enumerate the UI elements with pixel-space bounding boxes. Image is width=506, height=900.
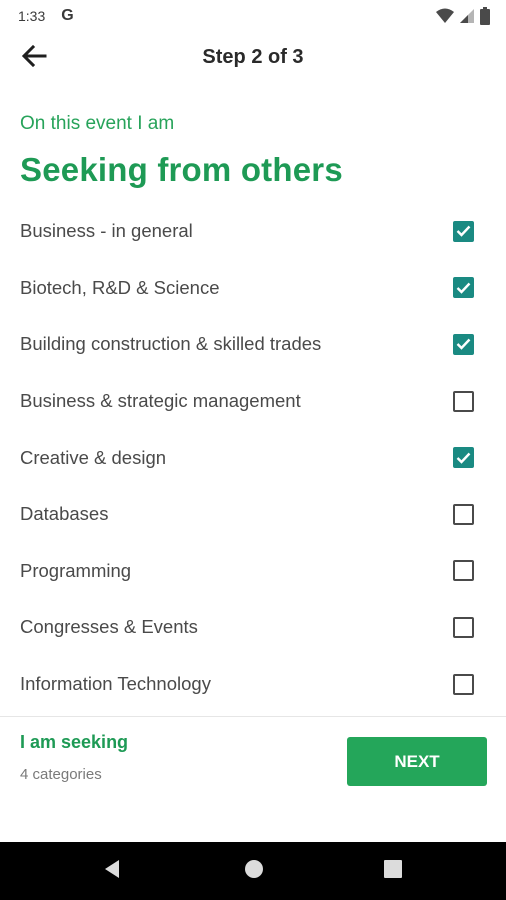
category-row[interactable]: Biotech, R&D & Science — [0, 260, 506, 317]
selected-count: 4 categories — [20, 766, 102, 783]
nav-back-button[interactable] — [100, 859, 124, 884]
category-checkbox[interactable] — [453, 503, 474, 525]
footer-divider — [0, 716, 506, 717]
category-checkbox[interactable] — [453, 333, 474, 355]
intro-heading: Seeking from others — [20, 151, 343, 188]
system-nav-bar — [0, 842, 506, 900]
category-row[interactable]: Building construction & skilled trades — [0, 316, 506, 373]
intro-subtitle: On this event I am — [20, 113, 175, 134]
google-g-icon: G — [61, 7, 74, 24]
category-checkbox[interactable] — [453, 277, 474, 299]
back-triangle-icon — [103, 859, 121, 884]
battery-icon — [480, 7, 490, 30]
category-row[interactable]: Congresses & Events — [0, 599, 506, 656]
nav-recents-button[interactable] — [381, 859, 405, 883]
category-label: Biotech, R&D & Science — [20, 276, 220, 298]
status-time: 1:33 — [18, 8, 46, 24]
status-bar: 1:33 G — [0, 0, 506, 32]
checkmark-icon — [456, 282, 471, 294]
signal-icon — [460, 8, 474, 29]
category-label: Databases — [20, 503, 109, 525]
nav-home-button[interactable] — [242, 859, 266, 884]
category-checkbox[interactable] — [453, 447, 474, 469]
category-label: Creative & design — [20, 446, 167, 468]
recents-square-icon — [384, 859, 402, 883]
category-label: Business - in general — [20, 220, 193, 242]
category-label: Information Technology — [20, 673, 211, 695]
category-row[interactable]: Information Technology — [0, 656, 506, 713]
category-label: Programming — [20, 559, 132, 581]
category-checkbox[interactable] — [453, 616, 474, 638]
category-checkbox[interactable] — [453, 673, 474, 695]
home-circle-icon — [244, 859, 264, 884]
category-row[interactable]: Programming — [0, 543, 506, 600]
category-row[interactable]: Creative & design — [0, 429, 506, 486]
category-row[interactable]: Business & strategic management — [0, 373, 506, 430]
category-list: Business - in general Biotech, R&D & Scie… — [0, 203, 506, 712]
next-button[interactable]: NEXT — [347, 737, 487, 786]
category-checkbox[interactable] — [453, 390, 474, 412]
status-icons — [436, 7, 490, 30]
category-row[interactable]: Business - in general — [0, 203, 506, 260]
app-bar: Step 2 of 3 — [0, 32, 506, 84]
category-label: Building construction & skilled trades — [20, 333, 322, 355]
category-label: Business & strategic management — [20, 390, 301, 412]
category-row[interactable]: Databases — [0, 486, 506, 543]
footer-title: I am seeking — [20, 732, 129, 752]
category-checkbox[interactable] — [453, 220, 474, 242]
checkmark-icon — [456, 225, 471, 238]
checkmark-icon — [456, 339, 471, 351]
category-checkbox[interactable] — [453, 560, 474, 582]
wifi-icon — [436, 8, 454, 29]
page-title: Step 2 of 3 — [202, 46, 304, 68]
checkmark-icon — [456, 452, 471, 464]
category-label: Congresses & Events — [20, 616, 198, 638]
